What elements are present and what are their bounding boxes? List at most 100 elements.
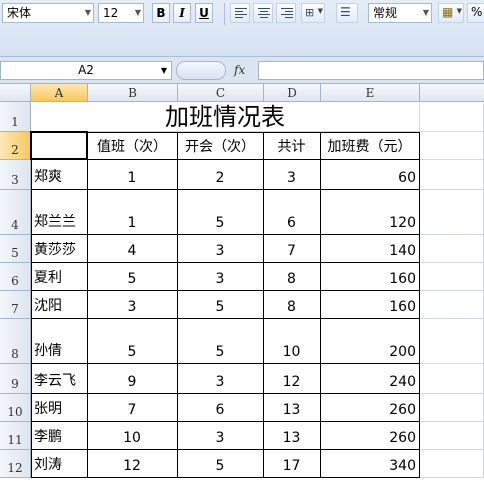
column-header-e[interactable]: E — [321, 84, 420, 102]
underline-button[interactable]: U — [195, 3, 213, 23]
table-cell[interactable]: 5 — [178, 190, 264, 235]
table-cell[interactable]: 3 — [264, 160, 321, 190]
empty-cell[interactable] — [420, 291, 484, 319]
row-header-12[interactable]: 12 — [0, 450, 31, 478]
insert-function-button[interactable]: fx — [234, 61, 245, 80]
empty-cell[interactable] — [420, 190, 484, 235]
empty-cell[interactable] — [420, 422, 484, 450]
table-cell[interactable]: 200 — [321, 319, 420, 364]
table-header-cell[interactable]: 加班费（元） — [321, 132, 420, 160]
table-cell[interactable]: 10 — [264, 319, 321, 364]
row-header-5[interactable]: 5 — [0, 235, 31, 263]
empty-cell[interactable] — [420, 235, 484, 263]
row-header-3[interactable]: 3 — [0, 160, 31, 190]
table-cell[interactable]: 260 — [321, 394, 420, 422]
table-cell[interactable]: 12 — [88, 450, 178, 478]
table-header-cell[interactable] — [31, 132, 88, 160]
empty-cell[interactable] — [420, 319, 484, 364]
table-cell[interactable]: 7 — [264, 235, 321, 263]
table-cell[interactable]: 6 — [178, 394, 264, 422]
table-cell[interactable]: 260 — [321, 422, 420, 450]
table-cell[interactable]: 5 — [88, 263, 178, 291]
table-cell[interactable]: 8 — [264, 263, 321, 291]
table-cell[interactable]: 10 — [88, 422, 178, 450]
table-cell[interactable]: 160 — [321, 291, 420, 319]
formula-input[interactable] — [258, 61, 484, 80]
table-cell[interactable]: 12 — [264, 364, 321, 394]
table-cell[interactable]: 6 — [264, 190, 321, 235]
row-header-4[interactable]: 4 — [0, 190, 31, 235]
column-header-a[interactable]: A — [31, 84, 88, 102]
row-header-2[interactable]: 2 — [0, 132, 31, 160]
table-cell[interactable]: 5 — [178, 319, 264, 364]
empty-cell[interactable] — [420, 132, 484, 160]
table-cell[interactable]: 7 — [88, 394, 178, 422]
table-cell[interactable]: 李鹏 — [31, 422, 88, 450]
row-header-1[interactable]: 1 — [0, 102, 31, 132]
font-name-dropdown[interactable]: 宋体 ▼ — [2, 3, 94, 23]
table-cell[interactable]: 李云飞 — [31, 364, 88, 394]
italic-button[interactable]: I — [173, 3, 191, 23]
table-cell[interactable]: 3 — [88, 291, 178, 319]
table-cell[interactable]: 黄莎莎 — [31, 235, 88, 263]
font-size-dropdown[interactable]: 12 ▼ — [98, 3, 144, 23]
empty-cell[interactable] — [420, 394, 484, 422]
row-header-10[interactable]: 10 — [0, 394, 31, 422]
table-header-cell[interactable]: 共计 — [264, 132, 321, 160]
title-cell[interactable]: 加班情况表 — [31, 102, 420, 132]
table-cell[interactable]: 13 — [264, 422, 321, 450]
table-cell[interactable]: 1 — [88, 190, 178, 235]
table-cell[interactable]: 3 — [178, 263, 264, 291]
empty-cell[interactable] — [420, 450, 484, 478]
table-cell[interactable]: 340 — [321, 450, 420, 478]
table-cell[interactable]: 1 — [88, 160, 178, 190]
table-cell[interactable]: 5 — [178, 450, 264, 478]
table-cell[interactable]: 13 — [264, 394, 321, 422]
merge-center-button[interactable]: ⊞ ▼ — [301, 3, 325, 23]
empty-cell[interactable] — [420, 160, 484, 190]
table-cell[interactable]: 郑兰兰 — [31, 190, 88, 235]
table-cell[interactable]: 5 — [178, 291, 264, 319]
table-cell[interactable]: 240 — [321, 364, 420, 394]
table-cell[interactable]: 沈阳 — [31, 291, 88, 319]
table-header-cell[interactable]: 值班（次） — [88, 132, 178, 160]
table-cell[interactable]: 17 — [264, 450, 321, 478]
table-cell[interactable]: 刘涛 — [31, 450, 88, 478]
accounting-format-button[interactable]: ▦ ▼ — [438, 3, 464, 23]
table-cell[interactable]: 孙倩 — [31, 319, 88, 364]
table-cell[interactable]: 120 — [321, 190, 420, 235]
table-cell[interactable]: 8 — [264, 291, 321, 319]
table-cell[interactable]: 140 — [321, 235, 420, 263]
table-cell[interactable]: 3 — [178, 364, 264, 394]
table-cell[interactable]: 3 — [178, 422, 264, 450]
empty-cell[interactable] — [420, 102, 484, 132]
name-box[interactable]: A2 ▼ — [0, 61, 172, 80]
align-right-button[interactable] — [276, 3, 296, 23]
table-cell[interactable]: 4 — [88, 235, 178, 263]
column-header-d[interactable]: D — [264, 84, 321, 102]
number-format-dropdown[interactable]: 常规 ▼ — [368, 3, 432, 23]
table-cell[interactable]: 5 — [88, 319, 178, 364]
row-header-6[interactable]: 6 — [0, 263, 31, 291]
empty-cell[interactable] — [420, 263, 484, 291]
empty-cell[interactable] — [420, 364, 484, 394]
table-cell[interactable]: 3 — [178, 235, 264, 263]
formula-buttons-pill[interactable] — [176, 61, 226, 80]
percent-button[interactable]: % — [467, 3, 484, 23]
column-header-b[interactable]: B — [88, 84, 178, 102]
row-header-8[interactable]: 8 — [0, 319, 31, 364]
table-cell[interactable]: 张明 — [31, 394, 88, 422]
table-cell[interactable]: 2 — [178, 160, 264, 190]
bold-button[interactable]: B — [152, 3, 170, 23]
table-cell[interactable]: 160 — [321, 263, 420, 291]
table-header-cell[interactable]: 开会（次） — [178, 132, 264, 160]
wrap-text-button[interactable]: ☰ — [336, 3, 358, 23]
column-header-c[interactable]: C — [178, 84, 264, 102]
row-header-7[interactable]: 7 — [0, 291, 31, 319]
select-all-corner[interactable] — [0, 84, 31, 102]
table-cell[interactable]: 9 — [88, 364, 178, 394]
row-header-11[interactable]: 11 — [0, 422, 31, 450]
align-center-button[interactable] — [253, 3, 273, 23]
table-cell[interactable]: 郑爽 — [31, 160, 88, 190]
align-left-button[interactable] — [230, 3, 250, 23]
